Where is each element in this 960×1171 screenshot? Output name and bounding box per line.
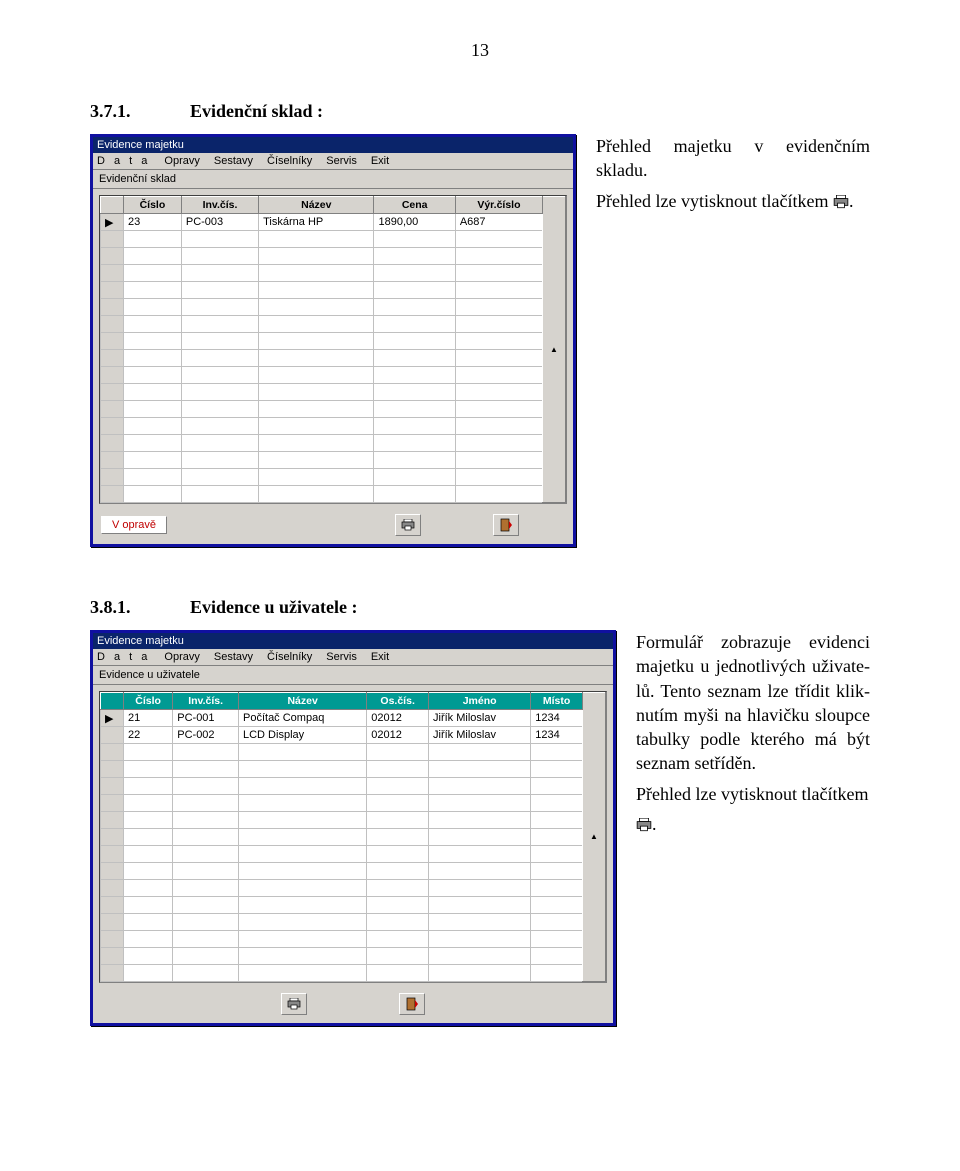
table-row[interactable]: 22 PC-002 LCD Display 02012 Jiřík Milosl… [101,727,606,744]
caption-text: . [652,814,657,834]
col-cislo[interactable]: Číslo [124,197,182,214]
cell[interactable]: 02012 [367,710,429,727]
col-vyrcislo[interactable]: Výr.číslo [455,197,542,214]
datagrid[interactable]: Číslo Inv.čís. Název Cena Výr.číslo ▲ ▶ … [99,195,567,504]
menu-exit[interactable]: Exit [371,651,389,663]
col-misto[interactable]: Místo [531,693,583,710]
col-cislo[interactable]: Číslo [124,693,173,710]
printer-icon [636,818,652,832]
col-nazev[interactable]: Název [239,693,367,710]
row-marker: ▶ [101,710,124,727]
page-number: 13 [90,40,870,61]
menubar: D a t a Opravy Sestavy Číselníky Servis … [93,649,613,666]
section-heading-381: 3.8.1. Evidence u uživatele : [90,597,870,618]
cell[interactable]: PC-001 [173,710,239,727]
menu-exit[interactable]: Exit [371,155,389,167]
menu-data[interactable]: D a t a [97,155,150,167]
menu-ciselniky[interactable]: Číselníky [267,651,312,663]
cell[interactable]: LCD Display [239,727,367,744]
menu-opravy[interactable]: Opravy [164,155,199,167]
menu-servis[interactable]: Servis [326,155,357,167]
menu-servis[interactable]: Servis [326,651,357,663]
cell[interactable]: Jiřík Miloslav [429,710,531,727]
caption-text: Přehled majetku v evidenčním skladu. [596,136,870,180]
corner-cell [101,197,124,214]
cell[interactable]: A687 [455,214,542,231]
section-heading-371: 3.7.1. Evidenční sklad : [90,101,870,122]
bottom-toolbar: V opravě [93,510,573,544]
menubar: D a t a Opravy Sestavy Číselníky Servis … [93,153,573,170]
cell[interactable]: 1890,00 [374,214,455,231]
caption-text: Formulář zobrazuje evidenci majetku u je… [636,632,870,773]
caption-text: Přehled lze vytisknout tlačítkem [636,784,868,804]
printer-icon [833,195,849,209]
section-number: 3.7.1. [90,101,190,122]
col-jmeno[interactable]: Jméno [429,693,531,710]
cell[interactable]: PC-002 [173,727,239,744]
section-number: 3.8.1. [90,597,190,618]
menu-sestavy[interactable]: Sestavy [214,651,253,663]
cell[interactable]: 23 [124,214,182,231]
status-badge: V opravě [101,516,167,534]
cell[interactable]: 02012 [367,727,429,744]
door-icon [406,997,418,1011]
cell[interactable]: Tiskárna HP [259,214,374,231]
cell[interactable]: Počítač Compaq [239,710,367,727]
col-cena[interactable]: Cena [374,197,455,214]
col-invcis[interactable]: Inv.čís. [181,197,258,214]
row-marker [101,727,124,744]
printer-icon [287,998,301,1010]
bottom-toolbar [93,989,613,1023]
caption-text: . [849,191,854,211]
print-button[interactable] [281,993,307,1015]
menu-sestavy[interactable]: Sestavy [214,155,253,167]
menu-opravy[interactable]: Opravy [164,651,199,663]
print-button[interactable] [395,514,421,536]
col-oscis[interactable]: Os.čís. [367,693,429,710]
printer-icon [401,519,415,531]
caption-381: Formulář zobrazuje evidenci majetku u je… [616,630,870,842]
caption-371: Přehled majetku v evidenčním skladu. Pře… [576,134,870,219]
cell[interactable]: 1234 [531,727,583,744]
scrollbar[interactable]: ▲ [543,197,566,503]
table-row[interactable]: ▶ 23 PC-003 Tiskárna HP 1890,00 A687 [101,214,566,231]
cell[interactable]: 22 [124,727,173,744]
menu-data[interactable]: D a t a [97,651,150,663]
window-evidence-u-uzivatele: Evidence majetku D a t a Opravy Sestavy … [90,630,616,1026]
datagrid[interactable]: Číslo Inv.čís. Název Os.čís. Jméno Místo… [99,691,607,983]
exit-button[interactable] [493,514,519,536]
table-row[interactable]: ▶ 21 PC-001 Počítač Compaq 02012 Jiřík M… [101,710,606,727]
col-invcis[interactable]: Inv.čís. [173,693,239,710]
cell[interactable]: 21 [124,710,173,727]
caption-text: Přehled lze vytisknout tlačítkem [596,191,833,211]
window-title: Evidence majetku [93,633,613,649]
cell[interactable]: PC-003 [181,214,258,231]
cell[interactable]: Jiřík Miloslav [429,727,531,744]
cell[interactable]: 1234 [531,710,583,727]
scrollbar[interactable]: ▲ [583,693,606,982]
subwindow-title: Evidence u uživatele [93,666,613,685]
window-title: Evidence majetku [93,137,573,153]
section-title: Evidence u uživatele : [190,597,357,618]
window-evidencni-sklad: Evidence majetku D a t a Opravy Sestavy … [90,134,576,547]
menu-ciselniky[interactable]: Číselníky [267,155,312,167]
section-title: Evidenční sklad : [190,101,323,122]
col-nazev[interactable]: Název [259,197,374,214]
exit-button[interactable] [399,993,425,1015]
row-marker: ▶ [101,214,124,231]
corner-cell [101,693,124,710]
subwindow-title: Evidenční sklad [93,170,573,189]
door-icon [500,518,512,532]
